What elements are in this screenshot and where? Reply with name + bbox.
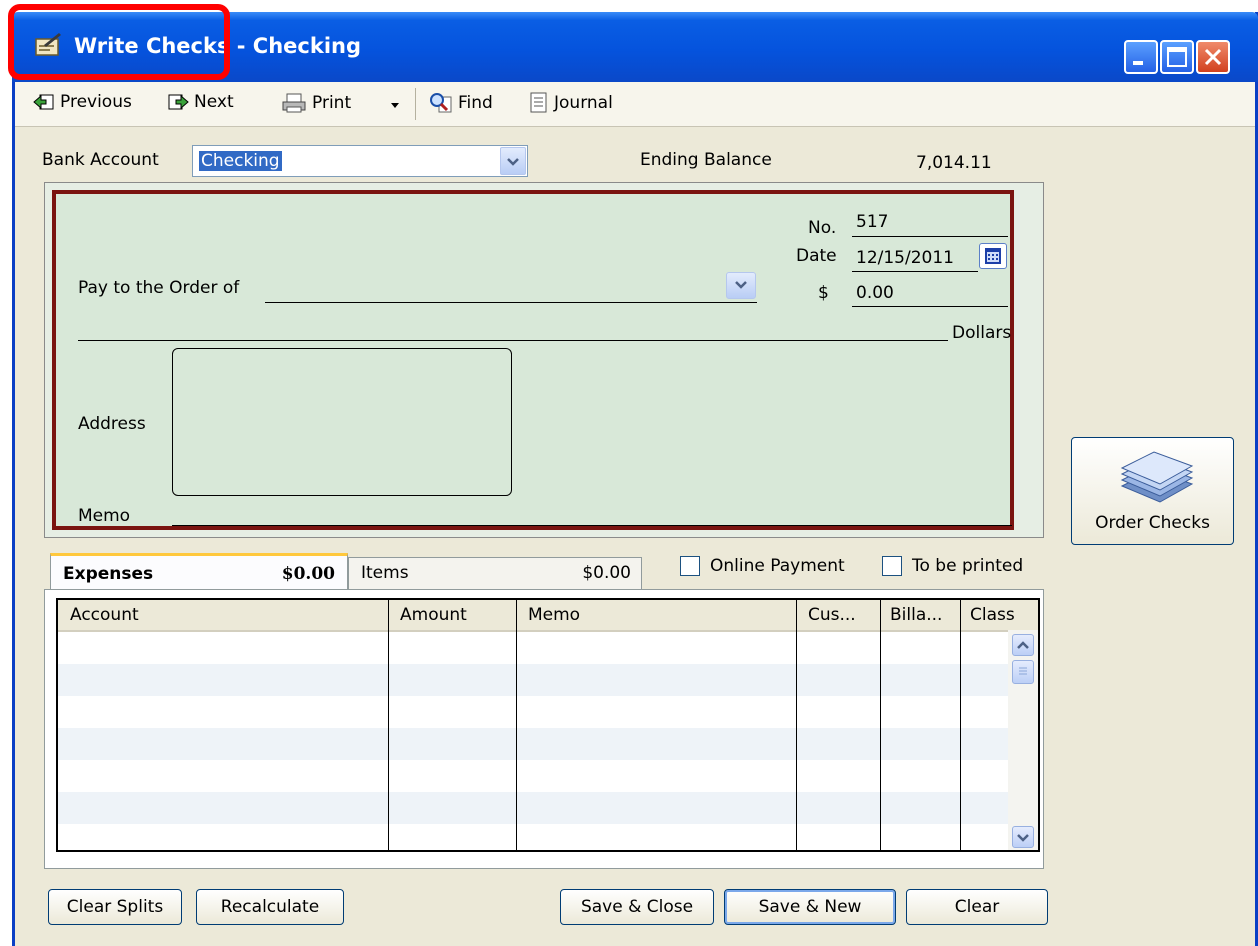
grid-header: Account Amount Memo Cus... Billa... Clas… (58, 600, 1038, 632)
maximize-button[interactable] (1160, 40, 1194, 74)
calendar-icon (985, 248, 1001, 264)
check-no-value[interactable]: 517 (856, 212, 888, 232)
check-no-underline (852, 236, 1008, 237)
highlight-box (8, 4, 230, 80)
journal-button[interactable]: Journal (529, 92, 613, 114)
amount-underline (852, 306, 1008, 307)
grip-icon (1019, 667, 1027, 675)
clear-button[interactable]: Clear (906, 889, 1048, 925)
chevron-down-icon (735, 281, 747, 289)
tab-expenses-amount: $0.00 (281, 564, 335, 584)
bank-account-label: Bank Account (42, 150, 159, 170)
order-checks-button[interactable]: Order Checks (1071, 437, 1234, 545)
pay-to-dropdown-button[interactable] (726, 272, 756, 299)
window-title-rest: - Checking (229, 34, 362, 58)
grid-row[interactable] (58, 664, 1008, 696)
calendar-button[interactable] (979, 243, 1007, 269)
memo-label: Memo (78, 506, 131, 526)
dropdown-arrow-icon (391, 103, 399, 108)
minimize-button[interactable] (1124, 40, 1158, 74)
chevron-up-icon (1017, 641, 1029, 649)
col-class[interactable]: Class (970, 605, 1015, 625)
recalculate-button[interactable]: Recalculate (196, 889, 344, 925)
amount-value[interactable]: 0.00 (856, 283, 894, 303)
chevron-down-icon (507, 158, 519, 166)
previous-icon (33, 94, 54, 110)
grid-scrollbar[interactable] (1008, 630, 1038, 850)
column-divider (880, 600, 881, 850)
check-date-value[interactable]: 12/15/2011 (856, 248, 954, 268)
print-button[interactable]: Print (281, 92, 351, 114)
next-icon (168, 94, 189, 110)
print-dropdown-arrow[interactable] (389, 96, 401, 116)
pay-to-label: Pay to the Order of (78, 278, 240, 298)
close-button[interactable] (1196, 40, 1230, 74)
column-divider (388, 600, 389, 850)
tab-expenses[interactable]: Expenses $0.00 (50, 553, 348, 591)
close-icon (1204, 48, 1222, 66)
scroll-thumb[interactable] (1012, 660, 1034, 684)
grid-row[interactable] (58, 792, 1008, 824)
checks-stack-icon (1120, 451, 1194, 503)
check-date-underline (852, 271, 978, 272)
col-account[interactable]: Account (70, 605, 139, 625)
previous-label: Previous (60, 92, 132, 112)
journal-icon (530, 92, 547, 113)
next-button[interactable]: Next (167, 92, 234, 112)
col-billable[interactable]: Billa... (890, 605, 942, 625)
scroll-down-button[interactable] (1012, 826, 1034, 848)
clear-splits-button[interactable]: Clear Splits (48, 889, 182, 925)
tab-items[interactable]: Items $0.00 (348, 557, 642, 590)
order-checks-label: Order Checks (1095, 513, 1210, 533)
online-payment-checkbox[interactable] (680, 556, 700, 576)
to-be-printed-label: To be printed (912, 556, 1024, 576)
grid-row[interactable] (58, 728, 1008, 760)
ending-balance-value: 7,014.11 (916, 153, 992, 173)
maximize-icon (1167, 47, 1187, 67)
online-payment-label: Online Payment (710, 556, 845, 576)
find-button[interactable]: Find (429, 92, 493, 114)
dollars-label: Dollars (952, 323, 1012, 343)
address-field[interactable] (172, 348, 512, 496)
tab-expenses-label: Expenses (63, 564, 154, 584)
col-customer[interactable]: Cus... (808, 605, 856, 625)
expenses-grid[interactable]: Account Amount Memo Cus... Billa... Clas… (56, 598, 1040, 852)
memo-underline[interactable] (172, 525, 1012, 526)
check-no-label: No. (808, 218, 837, 238)
next-label: Next (194, 92, 234, 112)
column-divider (796, 600, 797, 850)
col-amount[interactable]: Amount (400, 605, 467, 625)
toolbar: Previous Next Print Find Journal (15, 82, 1255, 127)
tab-items-amount: $0.00 (582, 563, 631, 583)
bank-account-value: Checking (199, 151, 282, 171)
tab-items-label: Items (361, 563, 409, 583)
journal-label: Journal (554, 93, 613, 113)
amount-words-underline (78, 340, 948, 341)
print-label: Print (312, 93, 352, 113)
column-divider (516, 600, 517, 850)
column-divider (960, 600, 961, 850)
chevron-down-icon (1017, 834, 1029, 842)
save-new-button[interactable]: Save & New (724, 889, 896, 925)
find-label: Find (458, 93, 493, 113)
check-date-label: Date (796, 246, 837, 266)
address-label: Address (78, 414, 146, 434)
printer-icon (282, 93, 306, 113)
find-icon (430, 93, 452, 113)
previous-button[interactable]: Previous (33, 92, 132, 112)
bank-account-dropdown-button[interactable] (500, 147, 526, 175)
dollar-sign: $ (818, 283, 829, 303)
minimize-icon (1133, 61, 1143, 65)
toolbar-separator (415, 88, 416, 120)
col-memo[interactable]: Memo (528, 605, 580, 625)
bank-account-select[interactable]: Checking (192, 145, 528, 177)
to-be-printed-checkbox[interactable] (882, 556, 902, 576)
pay-to-underline (265, 302, 757, 303)
scroll-up-button[interactable] (1012, 634, 1034, 656)
save-close-button[interactable]: Save & Close (560, 889, 714, 925)
ending-balance-label: Ending Balance (640, 150, 772, 170)
